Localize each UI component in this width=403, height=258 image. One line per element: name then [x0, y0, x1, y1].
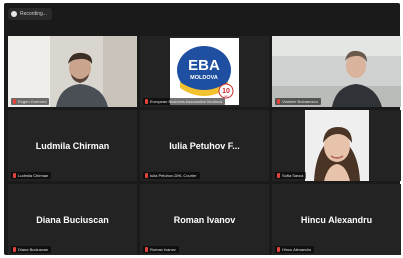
- video-tile-3[interactable]: Vladimir Botnaresco: [272, 36, 401, 107]
- participant-name-tag: European Business Association Moldova: [143, 98, 226, 105]
- participant-name-tag: Diana Buciuscan: [11, 246, 52, 253]
- video-tile-1[interactable]: Eugen Gorincioi: [8, 36, 137, 107]
- participant-display-name: Ludmila Chirman: [35, 140, 110, 151]
- video-tile-2[interactable]: EBA MOLDOVA 10 ani European Business Ass…: [140, 36, 269, 107]
- meeting-window: Recording... Eugen Gorincioi EBA MOLDOVA: [4, 3, 401, 255]
- participant-name-tag: Roman Ivanov: [143, 246, 179, 253]
- mic-muted-icon: [13, 247, 16, 252]
- video-tile-7[interactable]: Diana Buciuscan Diana Buciuscan: [8, 184, 137, 255]
- participant-name-tag: Eugen Gorincioi: [11, 98, 50, 105]
- participant-name-tag: Iulia Petuhov-DHL Courier: [143, 172, 200, 179]
- recording-label: Recording...: [20, 11, 47, 17]
- record-dot-icon: [11, 11, 17, 17]
- participant-video: [272, 36, 401, 107]
- mic-muted-icon: [13, 99, 16, 104]
- participant-name-tag: Hincu Alexandru: [275, 246, 315, 253]
- participant-video: [8, 36, 137, 107]
- participant-display-name: Diana Buciuscan: [36, 214, 109, 225]
- video-tile-5[interactable]: Iulia Petuhov F... Iulia Petuhov-DHL Cou…: [140, 110, 269, 181]
- mic-muted-icon: [145, 173, 148, 178]
- mic-muted-icon: [277, 173, 280, 178]
- video-tile-9[interactable]: Hincu Alexandru Hincu Alexandru: [272, 184, 401, 255]
- mic-muted-icon: [13, 173, 16, 178]
- video-tile-8[interactable]: Roman Ivanov Roman Ivanov: [140, 184, 269, 255]
- mic-muted-icon: [145, 99, 148, 104]
- participant-name-tag: Ludmila Chirman: [11, 172, 52, 179]
- participant-photo: [272, 110, 401, 181]
- mic-muted-icon: [145, 247, 148, 252]
- eba-anniversary-badge: 10: [222, 88, 230, 95]
- participant-display-name: Iulia Petuhov F...: [169, 140, 240, 151]
- recording-indicator[interactable]: Recording...: [8, 8, 52, 20]
- participant-name-tag: Sofia Savca: [275, 172, 307, 179]
- video-tile-6[interactable]: Sofia Savca: [272, 110, 401, 181]
- eba-logo-text: EBA: [188, 57, 220, 74]
- video-tile-4[interactable]: Ludmila Chirman Ludmila Chirman: [8, 110, 137, 181]
- participant-name-tag: Vladimir Botnaresco: [275, 98, 321, 105]
- mic-muted-icon: [277, 247, 280, 252]
- participant-display-name: Roman Ivanov: [173, 214, 236, 225]
- mic-muted-icon: [277, 99, 280, 104]
- eba-logo-video: EBA MOLDOVA 10 ani: [140, 36, 269, 107]
- participant-display-name: Hincu Alexandru: [300, 214, 373, 225]
- eba-logo-subtext: MOLDOVA: [190, 75, 218, 81]
- meeting-top-bar: Recording...: [4, 3, 400, 25]
